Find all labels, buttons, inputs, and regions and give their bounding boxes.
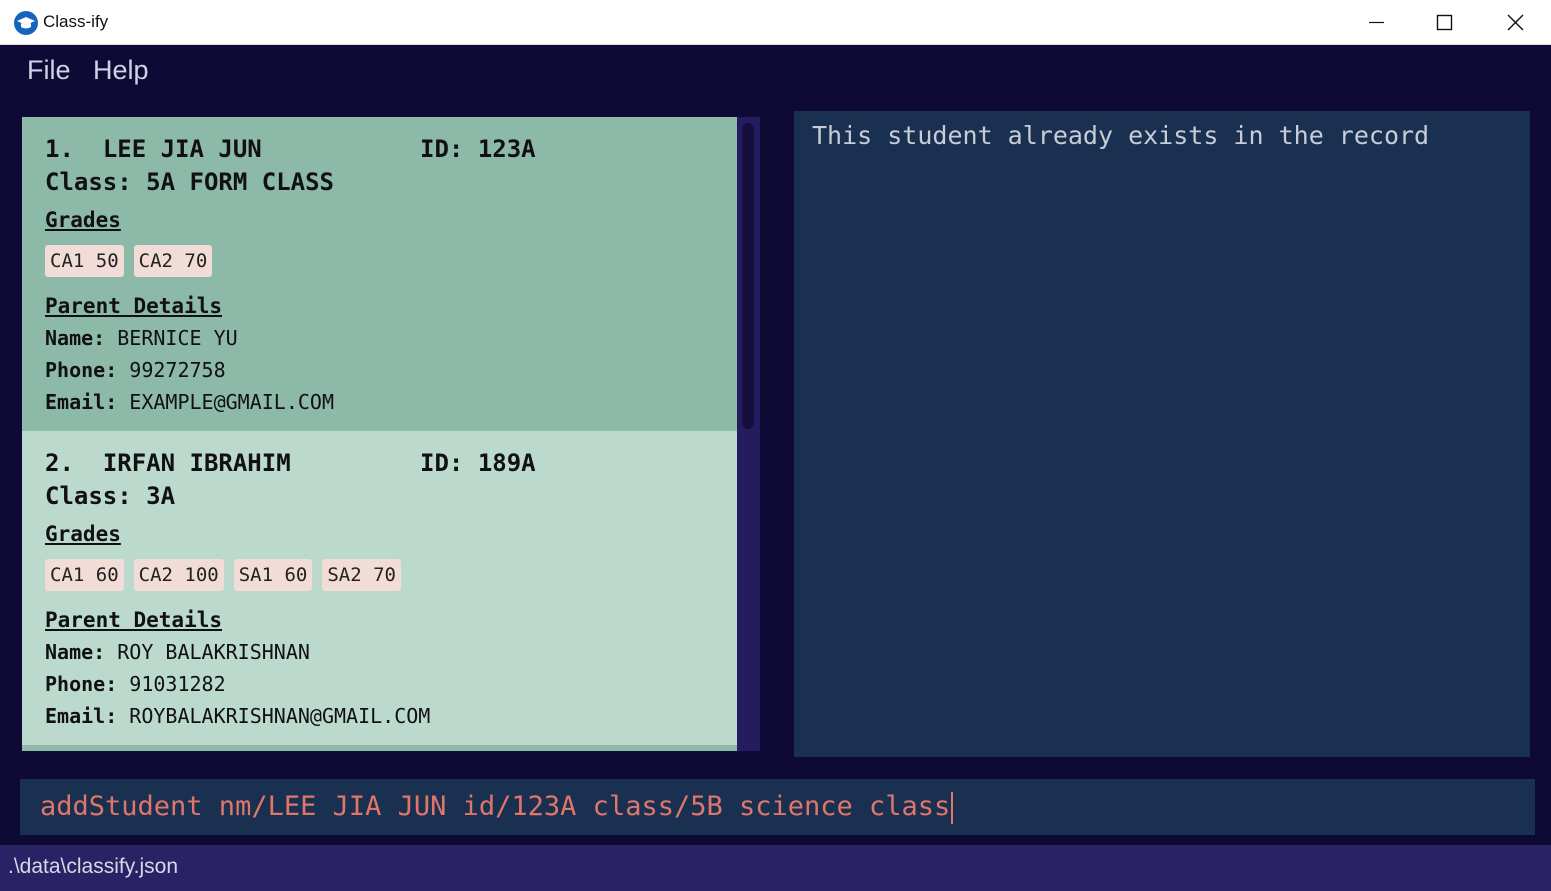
phone-label: Phone: [45, 358, 118, 382]
student-id: 123A [477, 135, 536, 163]
menu-bar: File Help [3, 45, 1548, 101]
maximize-button[interactable] [1410, 0, 1478, 45]
result-display: This student already exists in the recor… [794, 111, 1530, 757]
student-class-line: Class: 3A [45, 482, 175, 510]
student-name-line: 1. LEE JIA JUN [45, 135, 262, 163]
student-class: 3A [146, 482, 176, 510]
student-id-label: ID: [420, 449, 464, 477]
grade-tag: CA1 50 [45, 245, 124, 277]
student-class-label: Class: [45, 482, 132, 510]
student-name-line: 2. IRFAN IBRAHIM [45, 449, 291, 477]
student-index: 1. [45, 135, 74, 163]
grade-tag: SA1 60 [233, 559, 313, 591]
student-list[interactable]: 1. LEE JIA JUN ID: 123A Class: 5A FORM C… [22, 117, 760, 751]
student-class-label: Class: [45, 168, 132, 196]
email-label: Email: [45, 390, 118, 414]
title-bar: Class-ify [0, 0, 1551, 45]
parent-name: BERNICE YU [117, 326, 238, 350]
phone-label: Phone: [45, 672, 118, 696]
result-message: This student already exists in the recor… [812, 121, 1430, 150]
command-box[interactable]: addStudent nm/LEE JIA JUN id/123A class/… [20, 779, 1535, 835]
parent-phone-line: Phone: 91031282 [45, 672, 226, 696]
student-id: 189A [477, 449, 536, 477]
grade-tag: SA2 70 [322, 559, 401, 591]
grade-tag: CA1 60 [45, 559, 124, 591]
graduation-cap-icon [14, 11, 38, 35]
student-card[interactable]: 2. IRFAN IBRAHIM ID: 189A Class: 3A Grad… [22, 431, 737, 745]
command-value: addStudent nm/LEE JIA JUN id/123A class/… [40, 791, 951, 822]
parent-name-line: Name: ROY BALAKRISHNAN [45, 640, 310, 664]
parent-email: EXAMPLE@GMAIL.COM [129, 390, 334, 414]
student-card-selected[interactable]: 1. LEE JIA JUN ID: 123A Class: 5A FORM C… [22, 117, 737, 431]
minimize-button[interactable] [1342, 0, 1410, 45]
menu-file[interactable]: File [27, 55, 71, 86]
window-title: Class-ify [43, 12, 109, 31]
parent-name-label: Name: [45, 640, 106, 664]
student-id-label: ID: [420, 135, 464, 163]
status-bar: .\data\classify.json [0, 845, 1551, 891]
list-scrollbar[interactable] [737, 117, 760, 751]
grade-tags: CA1 50 CA2 70 [45, 245, 213, 277]
parent-email: ROYBALAKRISHNAN@GMAIL.COM [129, 704, 431, 728]
email-label: Email: [45, 704, 118, 728]
parent-email-line: Email: EXAMPLE@GMAIL.COM [45, 390, 334, 414]
grades-heading: Grades [45, 522, 121, 546]
command-input[interactable]: addStudent nm/LEE JIA JUN id/123A class/… [40, 791, 954, 824]
parent-email-line: Email: ROYBALAKRISHNAN@GMAIL.COM [45, 704, 430, 728]
parent-name-line: Name: BERNICE YU [45, 326, 238, 350]
close-icon [1507, 14, 1524, 31]
parent-phone: 91031282 [129, 672, 226, 696]
student-card-partial[interactable] [22, 745, 737, 751]
student-class-line: Class: 5A FORM CLASS [45, 168, 334, 196]
grade-tag: CA2 70 [133, 245, 213, 277]
student-index: 2. [45, 449, 74, 477]
student-id-line: ID: 189A [420, 449, 536, 477]
student-name: IRFAN IBRAHIM [102, 449, 291, 477]
text-caret [951, 791, 954, 824]
grade-tag: CA2 100 [133, 559, 224, 591]
parent-details-heading: Parent Details [45, 608, 223, 632]
parent-name: ROY BALAKRISHNAN [117, 640, 310, 664]
student-name: LEE JIA JUN [102, 135, 262, 163]
parent-phone: 99272758 [129, 358, 226, 382]
grades-heading: Grades [45, 208, 121, 232]
grade-tags: CA1 60 CA2 100 SA1 60 SA2 70 [45, 559, 401, 591]
data-file-path: .\data\classify.json [8, 855, 179, 878]
minimize-icon [1369, 21, 1384, 24]
parent-name-label: Name: [45, 326, 106, 350]
parent-details-heading: Parent Details [45, 294, 223, 318]
maximize-icon [1436, 14, 1453, 31]
parent-phone-line: Phone: 99272758 [45, 358, 226, 382]
student-id-line: ID: 123A [420, 135, 536, 163]
list-scrollbar-thumb[interactable] [742, 123, 754, 429]
menu-help[interactable]: Help [93, 55, 149, 86]
student-class: 5A FORM CLASS [146, 168, 334, 196]
close-button[interactable] [1481, 0, 1549, 45]
